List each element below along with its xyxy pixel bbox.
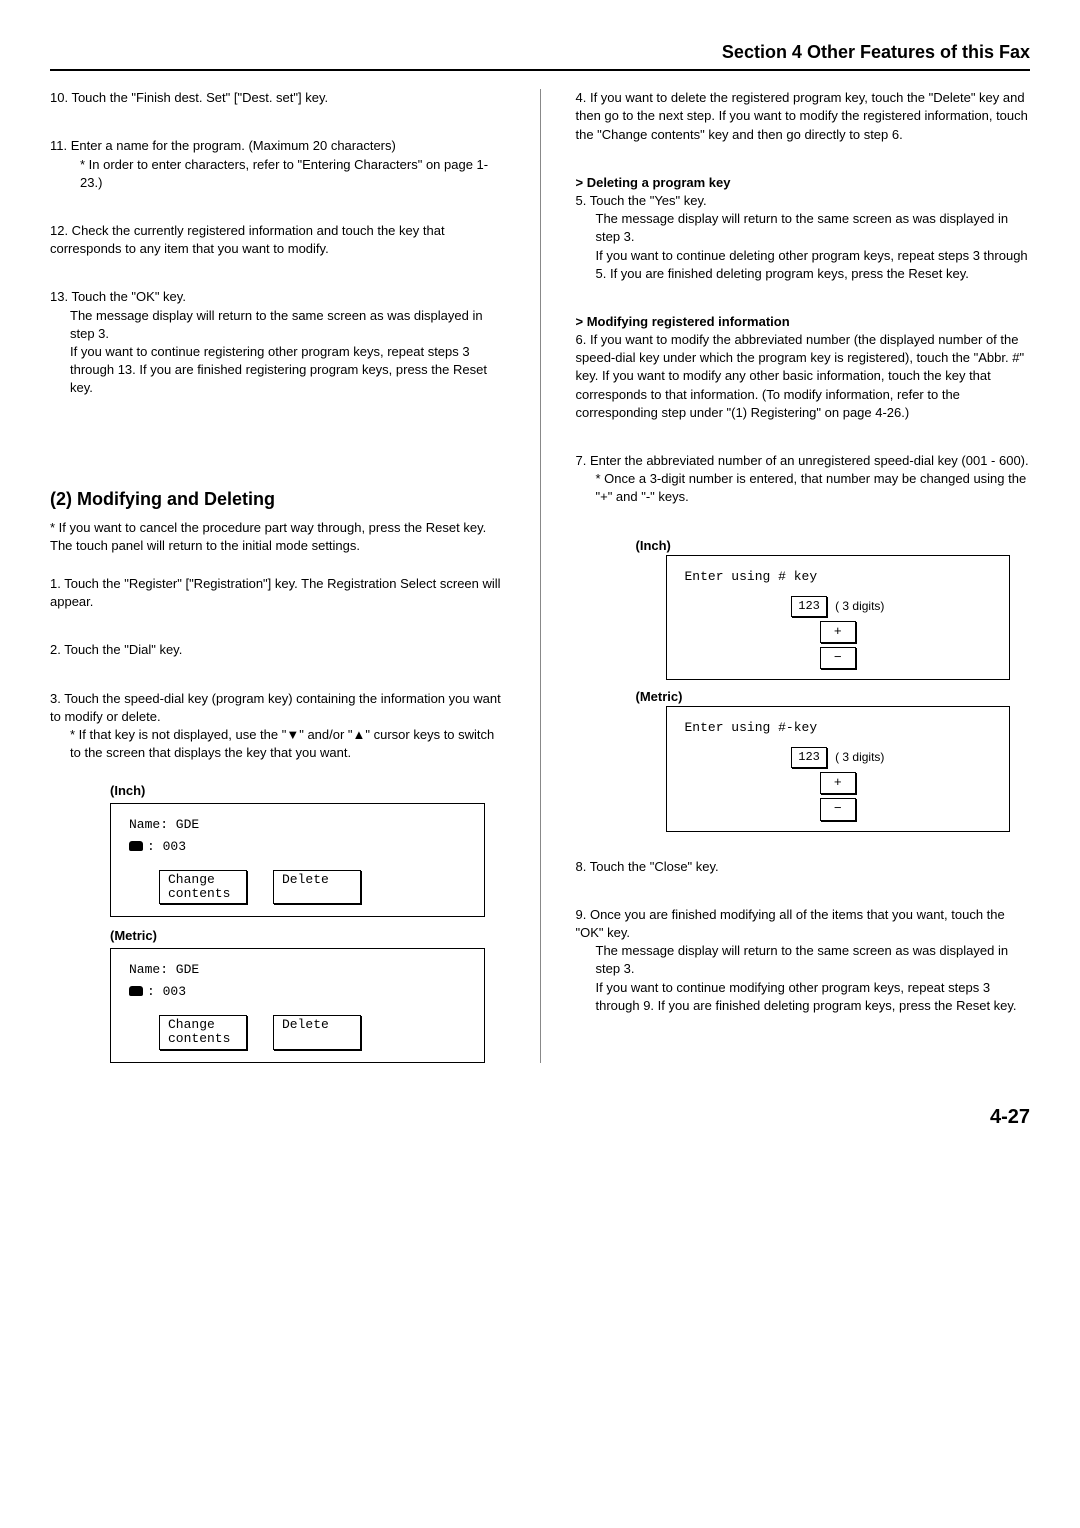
step-13b: The message display will return to the s… xyxy=(50,307,505,343)
plus-button[interactable]: + xyxy=(820,772,856,794)
digits-label: ( 3 digits) xyxy=(835,598,884,615)
step-6: 6. If you want to modify the abbreviated… xyxy=(576,331,1031,422)
subsection-note: * If you want to cancel the procedure pa… xyxy=(50,519,505,555)
step-8: 8. Touch the "Close" key. xyxy=(576,858,1031,876)
panel-name-m: Name: GDE xyxy=(129,961,466,979)
step-13c: If you want to continue registering othe… xyxy=(50,343,505,398)
change-contents-button[interactable]: Change contents xyxy=(159,870,247,905)
panel-tel-text-m: : 003 xyxy=(147,984,186,999)
right-column: 4. If you want to delete the registered … xyxy=(576,89,1031,1062)
panel2-inch-label: (Inch) xyxy=(636,537,1031,555)
delete-button[interactable]: Delete xyxy=(273,1015,361,1050)
mod-step-2: 2. Touch the "Dial" key. xyxy=(50,641,505,659)
modifying-head: > Modifying registered information xyxy=(576,313,1031,331)
step-4: 4. If you want to delete the registered … xyxy=(576,89,1031,144)
column-divider xyxy=(540,89,541,1062)
panel-inch: Name: GDE : 003 Change contents Delete xyxy=(110,803,485,918)
page-number: 4-27 xyxy=(50,1103,1030,1131)
panel-name: Name: GDE xyxy=(129,816,466,834)
panel-metric-label: (Metric) xyxy=(110,927,505,945)
step-13a: 13. Touch the "OK" key. xyxy=(50,288,505,306)
deleting-head: > Deleting a program key xyxy=(576,174,1031,192)
deleting-block: > Deleting a program key 5. Touch the "Y… xyxy=(576,174,1031,283)
mod-step-3a: 3. Touch the speed-dial key (program key… xyxy=(50,690,505,726)
step-11-text: 11. Enter a name for the program. (Maxim… xyxy=(50,137,505,155)
step-11: 11. Enter a name for the program. (Maxim… xyxy=(50,137,505,192)
step-9a: 9. Once you are finished modifying all o… xyxy=(576,906,1031,942)
step-5b: The message display will return to the s… xyxy=(576,210,1031,246)
panel2-metric-label: (Metric) xyxy=(636,688,1031,706)
panel-tel: : 003 xyxy=(129,838,466,856)
mod-step-3: 3. Touch the speed-dial key (program key… xyxy=(50,690,505,763)
subsection-title: (2) Modifying and Deleting xyxy=(50,487,505,512)
panel2-line-metric: Enter using #-key xyxy=(685,719,992,737)
step-5c: If you want to continue deleting other p… xyxy=(576,247,1031,283)
panel-tel-text: : 003 xyxy=(147,839,186,854)
modifying-block: > Modifying registered information 6. If… xyxy=(576,313,1031,422)
panel2-inch: Enter using # key 123 ( 3 digits) + − xyxy=(666,555,1011,680)
step-5a: 5. Touch the "Yes" key. xyxy=(576,192,1031,210)
step-10: 10. Touch the "Finish dest. Set" ["Dest.… xyxy=(50,89,505,107)
section-header: Section 4 Other Features of this Fax xyxy=(50,40,1030,71)
change-contents-button[interactable]: Change contents xyxy=(159,1015,247,1050)
panel-inch-label: (Inch) xyxy=(110,782,505,800)
step-7b: * Once a 3-digit number is entered, that… xyxy=(576,470,1031,506)
minus-button[interactable]: − xyxy=(820,798,856,820)
panel-metric: Name: GDE : 003 Change contents Delete xyxy=(110,948,485,1063)
mod-step-3b: * If that key is not displayed, use the … xyxy=(50,726,505,762)
delete-button[interactable]: Delete xyxy=(273,870,361,905)
minus-button[interactable]: − xyxy=(820,647,856,669)
step-11-note: * In order to enter characters, refer to… xyxy=(50,156,505,192)
step-9: 9. Once you are finished modifying all o… xyxy=(576,906,1031,1015)
digits-label: ( 3 digits) xyxy=(835,749,884,766)
step-7: 7. Enter the abbreviated number of an un… xyxy=(576,452,1031,507)
plus-button[interactable]: + xyxy=(820,621,856,643)
panel-tel-m: : 003 xyxy=(129,983,466,1001)
step-12: 12. Check the currently registered infor… xyxy=(50,222,505,258)
phone-icon xyxy=(129,841,143,851)
two-column-layout: 10. Touch the "Finish dest. Set" ["Dest.… xyxy=(50,89,1030,1062)
step-13: 13. Touch the "OK" key. The message disp… xyxy=(50,288,505,397)
panel2-line-inch: Enter using # key xyxy=(685,568,992,586)
step-9c: If you want to continue modifying other … xyxy=(576,979,1031,1015)
number-box[interactable]: 123 xyxy=(791,596,827,617)
mod-step-1: 1. Touch the "Register" ["Registration"]… xyxy=(50,575,505,611)
panel2-metric: Enter using #-key 123 ( 3 digits) + − xyxy=(666,706,1011,831)
phone-icon xyxy=(129,986,143,996)
step-9b: The message display will return to the s… xyxy=(576,942,1031,978)
number-box[interactable]: 123 xyxy=(791,747,827,768)
left-column: 10. Touch the "Finish dest. Set" ["Dest.… xyxy=(50,89,505,1062)
step-7a: 7. Enter the abbreviated number of an un… xyxy=(576,452,1031,470)
